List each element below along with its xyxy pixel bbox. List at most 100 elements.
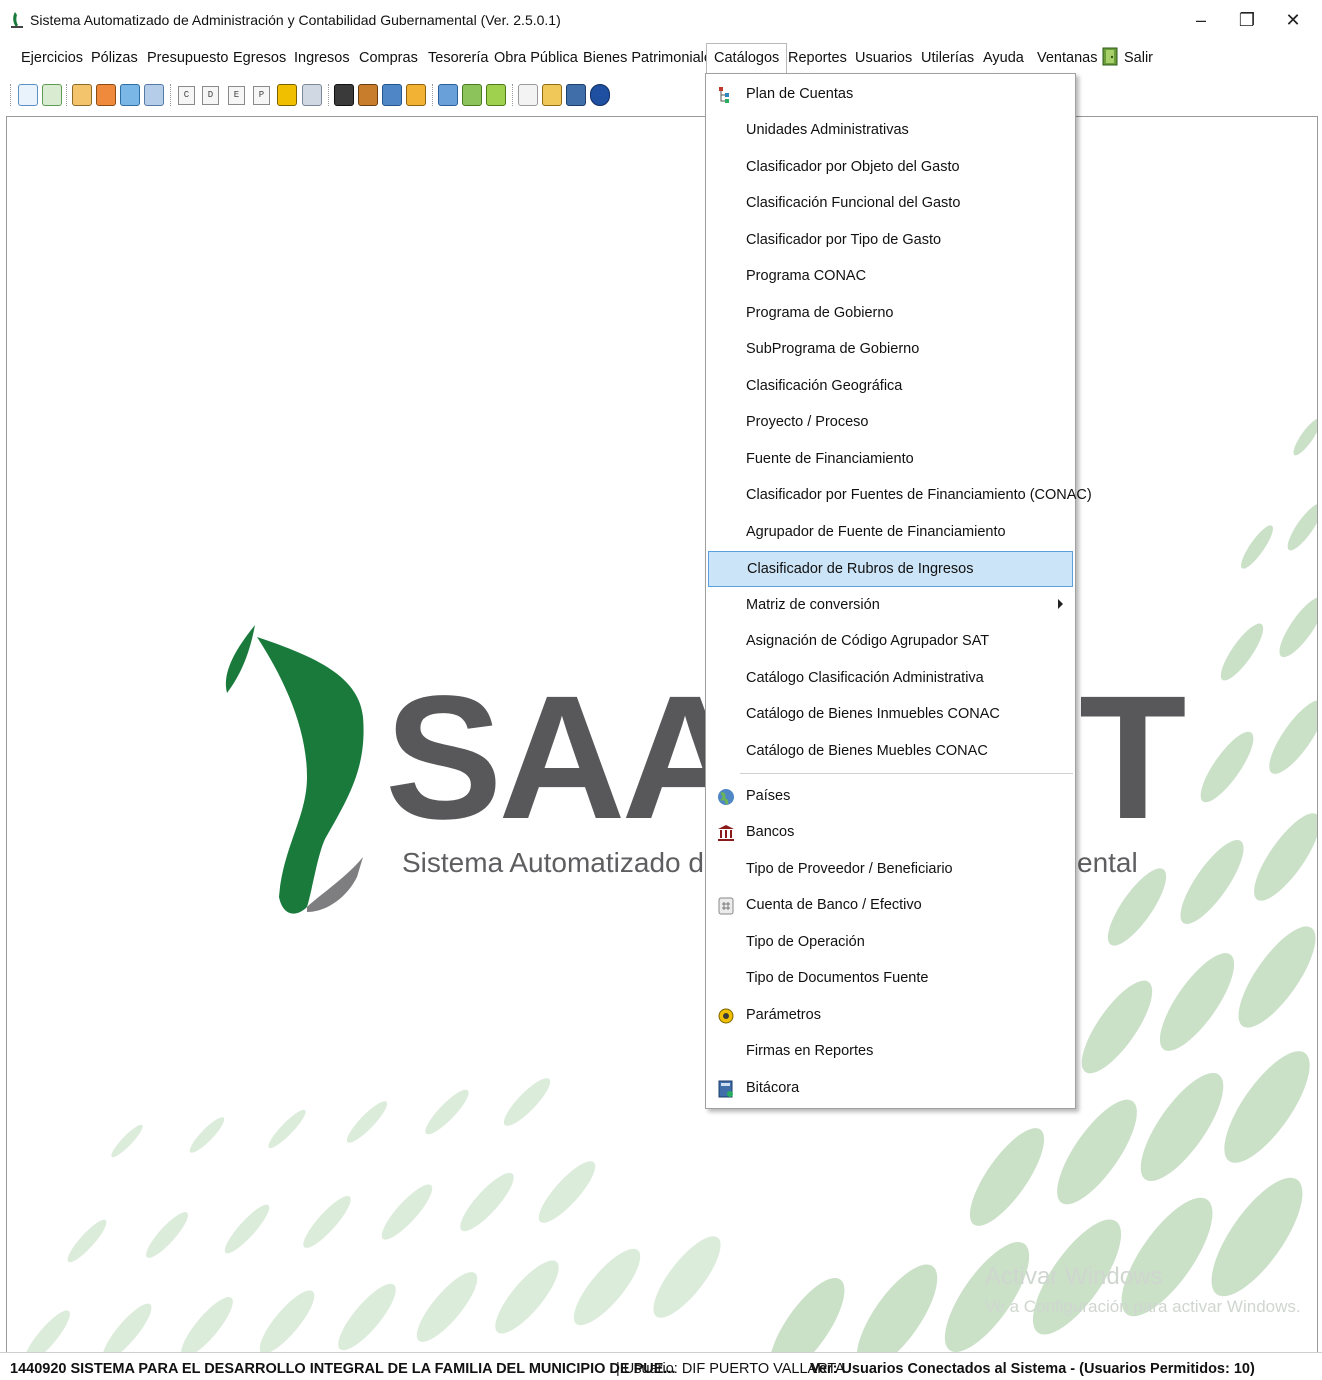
title-bar: Sistema Automatizado de Administración y… (0, 0, 1322, 40)
menu-item-parametros[interactable]: Parámetros (708, 999, 1073, 1033)
toolbar-d-button[interactable]: D (202, 86, 219, 105)
menu-item-tipo-operacion[interactable]: Tipo de Operación (708, 926, 1073, 960)
menu-item-programa-gobierno[interactable]: Programa de Gobierno (708, 297, 1073, 331)
menu-item-tipo-documentos-fuente[interactable]: Tipo de Documentos Fuente (708, 962, 1073, 996)
app-logo-icon (11, 12, 23, 28)
status-bar: 1440920 SISTEMA PARA EL DESARROLLO INTEG… (0, 1352, 1322, 1380)
menu-reportes[interactable]: Reportes (788, 46, 847, 70)
toolbar-separator (10, 84, 11, 106)
menu-separator (740, 773, 1073, 774)
catalogos-dropdown-menu: Plan de Cuentas Unidades Administrativas… (705, 73, 1092, 1109)
toolbar-separator (432, 84, 433, 106)
notes-icon[interactable] (438, 84, 458, 106)
clipboard-icon[interactable] (334, 84, 354, 106)
menu-item-bitacora[interactable]: Bitácora (708, 1072, 1073, 1106)
toolbar-c-button[interactable]: C (178, 86, 195, 105)
calculator-icon (718, 897, 734, 915)
menu-ingresos[interactable]: Ingresos (294, 46, 350, 70)
refresh-icon[interactable] (18, 84, 38, 106)
users-icon[interactable] (382, 84, 402, 106)
menu-item-subprograma-gobierno[interactable]: SubPrograma de Gobierno (708, 333, 1073, 367)
menu-item-clasificador-fuentes-conac[interactable]: Clasificador por Fuentes de Financiamien… (708, 479, 1092, 513)
status-connected-users[interactable]: Ver: Usuarios Conectados al Sistema - (U… (810, 1361, 1255, 1377)
log-book-icon (718, 1080, 733, 1098)
menu-item-bienes-inmuebles-conac[interactable]: Catálogo de Bienes Inmuebles CONAC (708, 698, 1073, 732)
tools-icon[interactable] (462, 84, 482, 106)
splash-logo-text-right: T (1079, 660, 1187, 856)
exit-door-icon (1102, 47, 1118, 66)
menu-bar: Ejercicios Pólizas Presupuesto Egresos I… (8, 40, 1318, 74)
menu-catalogos[interactable]: Catálogos (706, 43, 788, 74)
menu-item-matriz-conversion[interactable]: Matriz de conversión (708, 589, 1073, 623)
menu-item-bienes-muebles-conac[interactable]: Catálogo de Bienes Muebles CONAC (708, 735, 1073, 769)
activation-watermark-subtitle: Ve a Configuración para activar Windows. (985, 1297, 1301, 1316)
menu-usuarios[interactable]: Usuarios (855, 46, 912, 70)
window-title: Sistema Automatizado de Administración y… (30, 12, 561, 28)
pb-icon[interactable] (277, 84, 297, 106)
menu-item-cuenta-banco-efectivo[interactable]: Cuenta de Banco / Efectivo (708, 889, 1073, 923)
menu-salir[interactable]: Salir (1124, 46, 1153, 70)
menu-egresos[interactable]: Egresos (233, 46, 286, 70)
settings-icon[interactable] (542, 84, 562, 106)
box-icon[interactable] (72, 84, 92, 106)
menu-tesoreria[interactable]: Tesorería (428, 46, 488, 70)
log-icon[interactable] (566, 84, 586, 106)
menu-item-clasificacion-funcional-gasto[interactable]: Clasificación Funcional del Gasto (708, 187, 1073, 221)
document-icon[interactable] (42, 84, 62, 106)
bank-icon (718, 825, 734, 841)
main-client-area: SAAC T Sistema Automatizado de Adm ental… (6, 116, 1318, 1352)
toolbar-separator (512, 84, 513, 106)
toolbar-p-button[interactable]: P (253, 86, 270, 105)
menu-item-clasificacion-administrativa[interactable]: Catálogo Clasificación Administrativa (708, 662, 1073, 696)
menu-item-agrupador-fuente-financiamiento[interactable]: Agrupador de Fuente de Financiamiento (708, 516, 1073, 550)
splash-subtitle-right: ental (1077, 847, 1138, 878)
toolbar-separator (328, 84, 329, 106)
checklist-icon[interactable] (120, 84, 140, 106)
menu-item-clasificacion-geografica[interactable]: Clasificación Geográfica (708, 370, 1073, 404)
menu-bienes-patrimoniales[interactable]: Bienes Patrimoniales (583, 46, 719, 70)
menu-item-proyecto-proceso[interactable]: Proyecto / Proceso (708, 406, 1073, 440)
menu-item-firmas-reportes[interactable]: Firmas en Reportes (708, 1035, 1073, 1069)
submenu-arrow-icon (1058, 599, 1063, 609)
menu-ayuda[interactable]: Ayuda (983, 46, 1024, 70)
status-entity: 1440920 SISTEMA PARA EL DESARROLLO INTEG… (10, 1361, 676, 1377)
menu-item-bancos[interactable]: Bancos (708, 816, 1073, 850)
transfer-icon[interactable] (96, 84, 116, 106)
menu-item-unidades-administrativas[interactable]: Unidades Administrativas (708, 114, 1073, 148)
report-icon[interactable] (486, 84, 506, 106)
close-button[interactable]: ✕ (1278, 8, 1308, 32)
toolbar-e-button[interactable]: E (228, 86, 245, 105)
menu-presupuesto[interactable]: Presupuesto (147, 46, 228, 70)
printer-icon[interactable] (302, 84, 322, 106)
menu-item-paises[interactable]: Países (708, 780, 1073, 814)
menu-item-clasificador-objeto-gasto[interactable]: Clasificador por Objeto del Gasto (708, 151, 1073, 185)
menu-utilerias[interactable]: Utilerías (921, 46, 974, 70)
menu-item-codigo-agrupador-sat[interactable]: Asignación de Código Agrupador SAT (708, 625, 1073, 659)
menu-polizas[interactable]: Pólizas (91, 46, 138, 70)
menu-item-programa-conac[interactable]: Programa CONAC (708, 260, 1073, 294)
help-icon[interactable] (590, 84, 610, 106)
tree-icon (719, 87, 729, 103)
globe-icon (718, 789, 734, 806)
toolbar-separator (170, 84, 171, 106)
menu-item-fuente-financiamiento[interactable]: Fuente de Financiamiento (708, 443, 1073, 477)
activation-watermark-title: Activar Windows (985, 1263, 1163, 1290)
menu-item-tipo-proveedor[interactable]: Tipo de Proveedor / Beneficiario (708, 853, 1073, 887)
tree-icon[interactable] (518, 84, 538, 106)
menu-compras[interactable]: Compras (359, 46, 418, 70)
package-icon[interactable] (406, 84, 426, 106)
saacg-leaf-logo (225, 625, 364, 914)
menu-ventanas[interactable]: Ventanas (1037, 46, 1097, 70)
edit-icon[interactable] (358, 84, 378, 106)
toolbar-separator (66, 84, 67, 106)
menu-item-clasificador-rubros-ingresos[interactable]: Clasificador de Rubros de Ingresos (708, 551, 1073, 587)
toolbar: C D E P (8, 78, 708, 114)
menu-item-plan-de-cuentas[interactable]: Plan de Cuentas (708, 78, 1073, 112)
parameters-icon (718, 1008, 734, 1024)
restore-button[interactable]: ❐ (1232, 8, 1262, 32)
menu-obra-publica[interactable]: Obra Pública (494, 46, 578, 70)
menu-ejercicios[interactable]: Ejercicios (21, 46, 83, 70)
menu-item-clasificador-tipo-gasto[interactable]: Clasificador por Tipo de Gasto (708, 224, 1073, 258)
table-icon[interactable] (144, 84, 164, 106)
minimize-button[interactable]: – (1186, 8, 1216, 32)
